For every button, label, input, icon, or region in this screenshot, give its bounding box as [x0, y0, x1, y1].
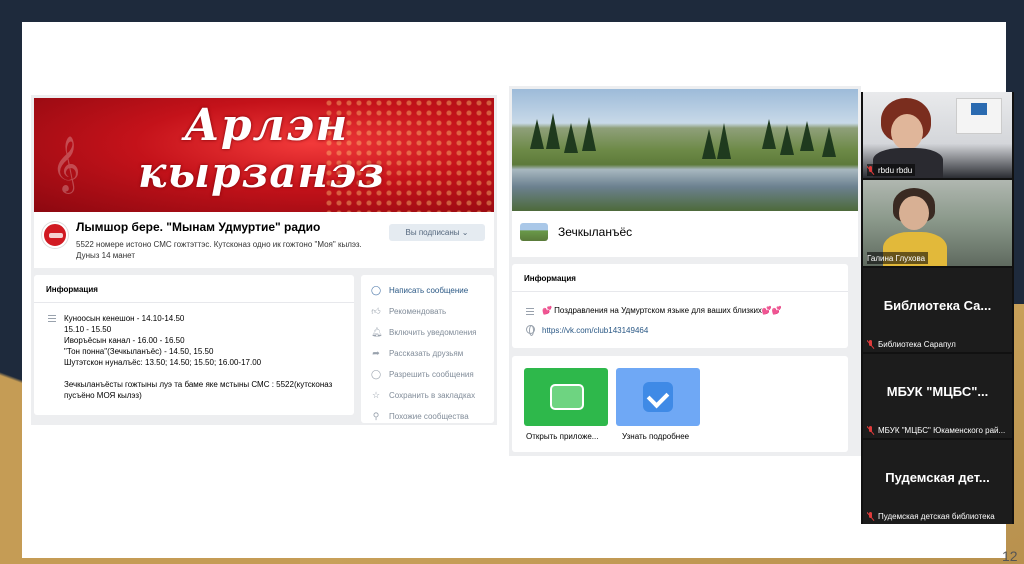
- vk-group-screenshot-right: Зечкыланъёс Информация 💕 Поздравления на…: [509, 86, 861, 456]
- library-logo-board: [956, 98, 1002, 134]
- participant-tile[interactable]: Пудемская дет... Пудемская детская библи…: [863, 440, 1012, 524]
- participant-name-label: Галина Глухова: [867, 252, 929, 264]
- open-app-label[interactable]: Открыть приложе...: [526, 432, 598, 441]
- participant-display-name: Пудемская дет...: [885, 470, 990, 485]
- like-icon: 👍︎: [371, 306, 381, 316]
- participant-tile[interactable]: Галина Глухова: [863, 180, 1012, 266]
- app-icon: [550, 384, 584, 410]
- divider: [34, 302, 354, 303]
- info-line: Шутэтскон нуналъёс: 13.50; 14.50; 15.50;…: [64, 358, 262, 367]
- group-name: Лымшор бере. "Мынам Удмуртие" радио: [76, 220, 321, 234]
- group-header: Лымшор бере. "Мынам Удмуртие" радио 5522…: [34, 212, 494, 268]
- vk-group-screenshot-left: 𝄞 Арлэн кырзанэз Лымшор бере. "Мынам Удм…: [31, 95, 497, 425]
- slide-page-number: 12: [1002, 548, 1018, 564]
- checkmark-icon: [643, 382, 673, 412]
- info-line: Иворъёсын канал - 16.00 - 16.50: [64, 336, 185, 345]
- star-icon: ☆: [371, 390, 381, 400]
- mic-off-icon: [867, 339, 874, 349]
- group-cover-banner: 𝄞 Арлэн кырзанэз: [34, 98, 494, 212]
- group-cover-landscape: [512, 89, 858, 211]
- banner-title-line2: кырзанэз: [138, 148, 386, 197]
- info-extra: Зечкыланъёсты гожтыны луэ та баме яке мс…: [64, 380, 333, 400]
- open-app-tile[interactable]: [524, 368, 608, 426]
- action-notifications[interactable]: 🔔︎ Включить уведомления: [371, 325, 477, 339]
- music-note-icon: 𝄞: [52, 136, 81, 192]
- participant-tile[interactable]: Библиотека Са... Библиотека Сарапул: [863, 268, 1012, 352]
- action-recommend[interactable]: 👍︎ Рекомендовать: [371, 304, 446, 318]
- group-avatar[interactable]: [520, 223, 548, 241]
- info-section: Информация 💕 Поздравления на Удмуртском …: [512, 264, 848, 348]
- participant-name-label: Библиотека Сарапул: [867, 338, 956, 350]
- info-title: Информация: [46, 285, 98, 294]
- divider: [512, 291, 848, 292]
- video-conference-panel: rbdu rbdu Галина Глухова Библиотека Са..…: [861, 92, 1014, 524]
- info-description: Куноосын кенешон - 14.10-14.50 15.10 - 1…: [64, 313, 349, 401]
- subscribed-button[interactable]: Вы подписаны ⌄: [389, 224, 485, 241]
- mic-off-icon: [867, 165, 874, 175]
- participant-video: [873, 98, 943, 178]
- group-status: 5522 номере истоно СМС гожтэттэс. Кутско…: [76, 240, 362, 260]
- action-allow-messages[interactable]: ◯ Разрешить сообщения: [371, 367, 474, 381]
- share-icon: ➦: [372, 348, 380, 358]
- bell-icon: 🔔︎: [371, 327, 383, 337]
- participant-display-name: МБУК "МЦБС"...: [886, 384, 989, 399]
- learn-more-tile[interactable]: [616, 368, 700, 426]
- info-section: Информация Куноосын кенешон - 14.10-14.5…: [34, 275, 354, 415]
- participant-name-label: Пудемская детская библиотека: [867, 510, 995, 522]
- search-icon: ⚲: [372, 411, 380, 421]
- info-title: Информация: [524, 274, 576, 283]
- apps-section: Открыть приложе... Узнать подробнее: [512, 356, 848, 452]
- globe-icon: [526, 325, 535, 336]
- mic-off-icon: [867, 425, 874, 435]
- group-name: Зечкыланъёс: [558, 225, 633, 239]
- group-avatar[interactable]: [42, 222, 68, 248]
- participant-video: [883, 188, 947, 266]
- action-write-message[interactable]: ◯ Написать сообщение: [371, 283, 468, 297]
- mic-off-icon: [867, 511, 874, 521]
- action-share[interactable]: ➦ Рассказать друзьям: [371, 346, 463, 360]
- description-icon: [48, 315, 56, 322]
- banner-title-line1: Арлэн: [184, 100, 349, 151]
- group-header: Зечкыланъёс: [512, 211, 858, 257]
- learn-more-label[interactable]: Узнать подробнее: [622, 432, 689, 441]
- info-line: Куноосын кенешон - 14.10-14.50: [64, 314, 185, 323]
- info-line: "Тон понна"(Зечкыланъёс) - 14.50, 15.50: [64, 347, 214, 356]
- message-icon: ◯: [371, 285, 382, 295]
- actions-menu: ◯ Написать сообщение 👍︎ Рекомендовать 🔔︎ Вк…: [361, 275, 494, 423]
- group-description: 💕 Поздравления на Удмуртском языке для в…: [542, 306, 782, 315]
- info-line: 15.10 - 15.50: [64, 325, 112, 334]
- description-icon: [526, 308, 534, 315]
- participant-display-name: Библиотека Са...: [883, 298, 992, 313]
- participant-name-label: rbdu rbdu: [867, 164, 916, 176]
- participant-tile[interactable]: rbdu rbdu: [863, 92, 1012, 178]
- participant-name-label: МБУК "МЦБС" Юкаменского рай...: [867, 424, 1005, 436]
- participant-tile[interactable]: МБУК "МЦБС"... МБУК "МЦБС" Юкаменского р…: [863, 354, 1012, 438]
- group-link[interactable]: https://vk.com/club143149464: [542, 326, 648, 335]
- action-similar-groups[interactable]: ⚲ Похожие сообщества: [371, 409, 469, 423]
- chat-icon: ◯: [371, 369, 382, 379]
- action-bookmark[interactable]: ☆ Сохранить в закладках: [371, 388, 475, 402]
